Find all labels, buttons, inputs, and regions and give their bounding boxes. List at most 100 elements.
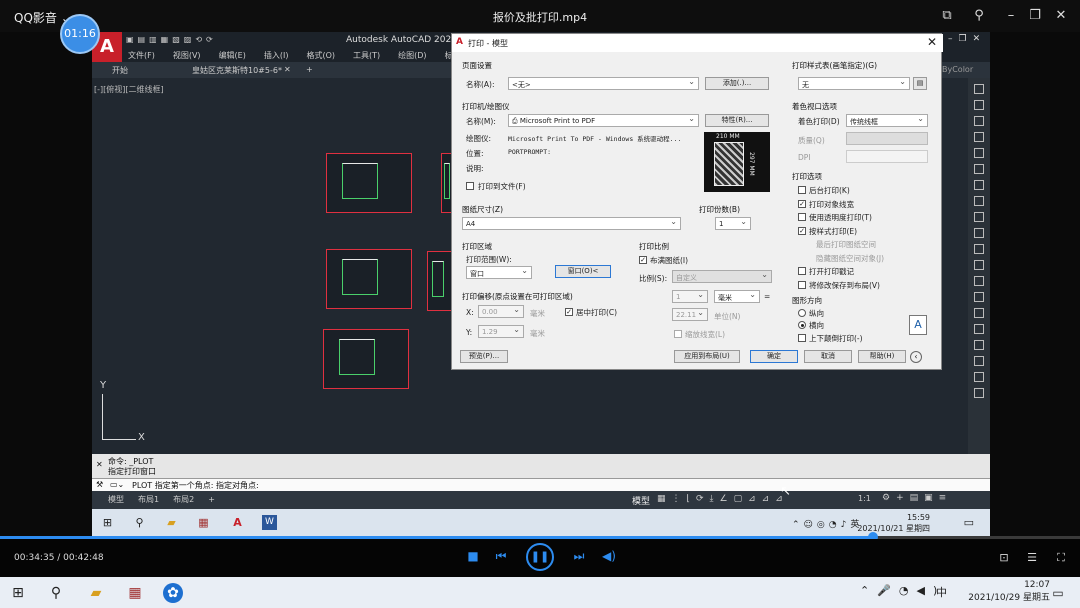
previous-icon[interactable]: ⏮ (492, 549, 510, 565)
plot-range-select[interactable]: 窗口 (466, 266, 532, 279)
preview-button[interactable]: 预览(P)... (460, 350, 508, 363)
help-button[interactable]: 帮助(H) (858, 350, 906, 363)
plot-option-checkbox[interactable] (798, 280, 806, 289)
tab-start[interactable]: 开始 (112, 65, 128, 76)
new-tab-icon[interactable]: + (306, 65, 313, 74)
add-button[interactable]: 添加(.)... (705, 77, 769, 90)
pin-icon[interactable]: ⚲ (970, 8, 988, 24)
plot-option-checkbox[interactable] (798, 267, 806, 275)
plot-option-checkbox[interactable] (798, 213, 806, 221)
viewport-label[interactable]: [-][俯视][二维线框] (94, 84, 164, 95)
offset-y-label: Y: (466, 328, 473, 337)
cad-window-controls[interactable]: –❐✕ (948, 34, 986, 44)
minimize-button[interactable]: – (1002, 8, 1020, 24)
fullscreen-icon[interactable]: ⛶ (1054, 551, 1068, 565)
plot-option-label: 最后打印图纸空间 (816, 240, 876, 249)
next-icon[interactable]: ⏭ (570, 549, 588, 565)
window-button[interactable]: 窗口(O)< (555, 265, 611, 278)
shade-plot-select[interactable]: 传统线框 (846, 114, 928, 127)
apply-to-layout-button[interactable]: 应用到布局(U) (674, 350, 740, 363)
notification-icon[interactable]: ▭ (964, 516, 974, 529)
offset-x-input[interactable]: 0.00 (478, 305, 524, 318)
system-tray-icons[interactable]: ⌃🎤◔◀) (860, 584, 945, 597)
menu-draw[interactable]: 绘图(D) (398, 51, 426, 60)
stop-icon[interactable]: ■ (464, 549, 482, 565)
word-icon[interactable]: W (262, 515, 277, 530)
print-to-file-checkbox[interactable] (466, 182, 474, 190)
ok-button[interactable]: 确定 (750, 350, 798, 363)
annotation-scale[interactable]: 1:1 (858, 494, 871, 503)
notification-icon[interactable]: ▭ (1048, 583, 1068, 603)
scale-value-1[interactable]: 1 (672, 290, 708, 303)
archive-app-icon[interactable]: ▦ (125, 583, 145, 603)
folder-icon[interactable]: ▰ (86, 583, 106, 603)
tray-icons[interactable]: ⌃☺◎◔♪英 (792, 517, 863, 530)
quality-select[interactable] (846, 132, 928, 145)
status-settings-icons[interactable]: ⚙+▤▣≡ (882, 493, 952, 503)
tab-drawing[interactable]: 皇姑区克莱斯特10#5-6* (192, 65, 282, 76)
upside-down-checkbox[interactable] (798, 334, 806, 342)
collapse-icon[interactable]: ‹ (910, 351, 922, 363)
scale-unit-select[interactable]: 毫米 (714, 290, 760, 303)
quick-access-toolbar[interactable]: ▣▤▥▦▧▨⟲⟳ (126, 35, 217, 44)
menu-format[interactable]: 格式(O) (306, 51, 335, 60)
restore-button[interactable]: ❐ (1026, 8, 1044, 24)
add-layout-icon[interactable]: + (208, 495, 215, 504)
layout-tab-model[interactable]: 模型 (108, 495, 124, 504)
system-clock[interactable]: 12:07 2021/10/29 星期五 (968, 579, 1050, 605)
center-plot-checkbox[interactable]: ✓ (565, 308, 573, 316)
dpi-input[interactable] (846, 150, 928, 163)
cancel-button[interactable]: 取消 (804, 350, 852, 363)
command-icon[interactable]: ▭⌄ (110, 480, 124, 489)
autocad-taskbar-icon[interactable]: A (230, 515, 245, 530)
paper-size-select[interactable]: A4 (462, 217, 681, 230)
settings-sliders-icon[interactable]: ☰ (1025, 551, 1039, 565)
archive-app-icon[interactable]: ▦ (196, 515, 211, 530)
printer-select[interactable]: ⎙ Microsoft Print to PDF (508, 114, 699, 127)
system-clock-date: 2021/10/29 星期五 (968, 593, 1050, 603)
close-button[interactable]: ✕ (1052, 8, 1070, 24)
fit-to-paper-checkbox[interactable]: ✓ (639, 256, 647, 264)
page-setup-select[interactable]: <无> (508, 77, 699, 90)
pause-button[interactable]: ❚❚ (526, 543, 554, 571)
tab-close-icon[interactable]: ✕ (284, 65, 291, 74)
video-frame[interactable]: A ▣▤▥▦▧▨⟲⟳ Autodesk AutoCAD 2020 文件(F) 视图… (92, 32, 990, 536)
layout-tab-2[interactable]: 布局2 (173, 495, 194, 504)
layout-tab-1[interactable]: 布局1 (138, 495, 159, 504)
plot-option-checkbox[interactable]: ✓ (798, 199, 806, 208)
scale-value-2[interactable]: 22.11 (672, 308, 708, 321)
status-toggles[interactable]: ▦⋮⌊⟳⤓∠▢⊿⊿⊿ (657, 494, 789, 504)
plot-option-checkbox[interactable] (798, 186, 806, 194)
landscape-radio[interactable] (798, 321, 806, 329)
windows-start-icon[interactable]: ⊞ (8, 583, 28, 603)
wrench-icon[interactable]: ⚒ (96, 480, 103, 489)
qq-player-icon[interactable]: ✿ (163, 583, 183, 603)
screenshot-icon[interactable]: ⧉ (938, 8, 956, 24)
edit-style-icon[interactable]: ▤ (913, 77, 927, 90)
folder-icon[interactable]: ▰ (164, 515, 179, 530)
ime-indicator[interactable]: 中 (936, 584, 947, 600)
copies-input[interactable]: 1 (715, 217, 751, 230)
dialog-close-button[interactable]: ✕ (927, 35, 937, 49)
command-input[interactable]: ⚒ ▭⌄ PLOT 指定第一个角点: 指定对角点: (92, 478, 990, 491)
portrait-radio[interactable] (798, 309, 806, 317)
menu-file[interactable]: 文件(F) (128, 51, 155, 60)
scale-select[interactable]: 自定义 (672, 270, 772, 283)
plot-style-select[interactable]: 无 (798, 77, 910, 90)
menu-tools[interactable]: 工具(T) (353, 51, 380, 60)
search-icon[interactable]: ⚲ (46, 583, 66, 603)
search-icon[interactable]: ⚲ (132, 515, 147, 530)
plot-option-checkbox[interactable]: ✓ (798, 226, 806, 235)
close-icon[interactable]: ✕ (96, 460, 103, 469)
menu-edit[interactable]: 编辑(E) (219, 51, 246, 60)
screenshot-tool-icon[interactable]: ⊡ (997, 551, 1011, 565)
properties-button[interactable]: 特性(R)... (705, 114, 769, 127)
menu-view[interactable]: 视图(V) (173, 51, 201, 60)
scale-lineweights-checkbox[interactable] (674, 330, 682, 338)
menu-insert[interactable]: 插入(I) (264, 51, 289, 60)
volume-icon[interactable]: ◀) (600, 549, 618, 565)
offset-y-input[interactable]: 1.29 (478, 325, 524, 338)
status-mode[interactable]: 模型 (632, 494, 650, 507)
modify-toolbar[interactable] (968, 78, 990, 454)
windows-start-icon[interactable]: ⊞ (100, 515, 115, 530)
